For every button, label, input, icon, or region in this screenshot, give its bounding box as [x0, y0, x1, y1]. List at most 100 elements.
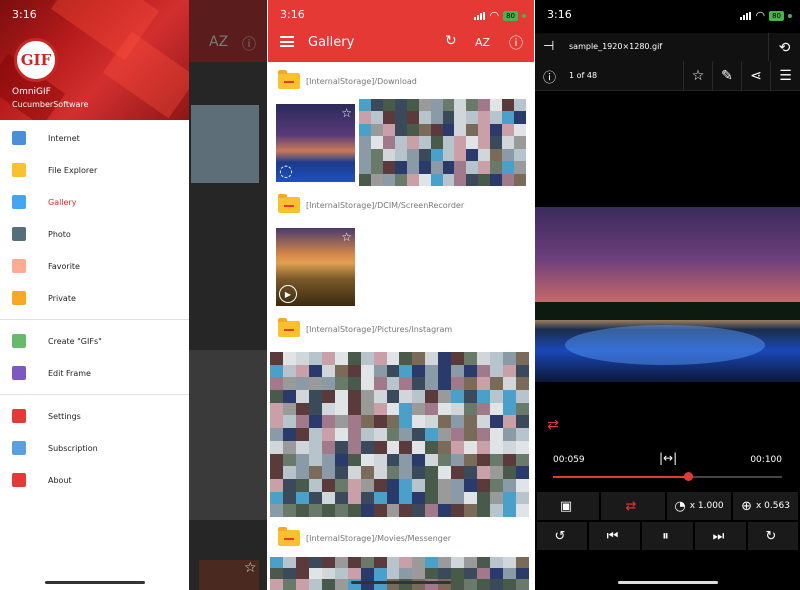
star-icon[interactable]: ☆	[341, 230, 352, 244]
navigation-drawer: GIF OmniGIF CucumberSoftware 3:16 Intern…	[0, 0, 189, 590]
status-time: 3:16	[12, 8, 37, 21]
drawer-screen: AZ ⓘ ☆ GIF OmniGIF CucumberSoftware 3:16…	[0, 0, 267, 590]
replay-button[interactable]: ↺	[537, 522, 587, 550]
menu-icon[interactable]	[280, 36, 294, 47]
lock-icon	[12, 291, 26, 305]
folder-header[interactable]: [InternalStorage]/Download	[278, 70, 417, 92]
direction-icon: ⇄	[625, 498, 637, 514]
drawer-item-label: Private	[48, 293, 76, 303]
drawer-item[interactable]: Gallery	[0, 186, 189, 218]
drawer-item-label: Subscription	[48, 443, 98, 453]
light-trail	[565, 325, 765, 365]
drawer-item[interactable]: About	[0, 464, 189, 496]
create-icon	[12, 334, 26, 348]
next-frame-button[interactable]: ⏭	[695, 522, 746, 550]
signal-icon	[474, 11, 486, 20]
wifi-icon: ◠	[489, 9, 500, 22]
star-icon[interactable]: ☆	[683, 61, 712, 91]
pause-button[interactable]: ⏸	[642, 522, 693, 550]
pin-icon[interactable]: ⊣	[543, 39, 554, 54]
folder-header[interactable]: [InternalStorage]/Pictures/Instagram	[278, 318, 452, 340]
drawer-item-label: Photo	[48, 229, 71, 239]
info-icon[interactable]: ⓘ	[543, 67, 556, 86]
file-name: sample_1920×1280.gif	[569, 42, 663, 51]
pencil-icon[interactable]: ✎	[712, 61, 741, 91]
folder-header[interactable]: [InternalStorage]/Movies/Messenger	[278, 527, 451, 549]
status-bar: 3:16 ◠ 80	[535, 0, 800, 30]
app-toolbar: 3:16 ◠ 80 Gallery ↻ AZ ⓘ	[268, 0, 534, 62]
viewer-title-bar: ⊣ sample_1920×1280.gif ⟲	[535, 33, 800, 63]
redo-button[interactable]: ↻	[748, 522, 798, 550]
drawer-item[interactable]: Favorite	[0, 250, 189, 282]
swap-icon[interactable]: ⇄	[543, 415, 563, 435]
wifi-icon: ◠	[755, 9, 766, 22]
drawer-item[interactable]: Edit Frame	[0, 357, 189, 389]
tag-icon	[12, 259, 26, 273]
refresh-icon[interactable]: ↻	[445, 33, 457, 49]
video-thumbnail[interactable]: ☆ ▶	[276, 228, 355, 306]
home-indicator	[617, 581, 718, 584]
info-icon: ⓘ	[242, 37, 256, 53]
underlying-thumbnail	[191, 105, 259, 183]
drawer-item[interactable]: Settings	[0, 400, 189, 432]
home-indicator	[44, 581, 145, 584]
app-name: OmniGIF	[12, 87, 51, 97]
zoom-icon: ⊕	[741, 498, 752, 514]
sort-az-icon[interactable]: AZ	[475, 36, 490, 49]
drawer-item-label: Favorite	[48, 261, 80, 271]
treeline	[535, 302, 800, 320]
status-time: 3:16	[280, 8, 305, 21]
seek-progress	[553, 476, 689, 478]
folder-header[interactable]: [InternalStorage]/DCIM/ScreenRecorder	[278, 194, 464, 216]
drawer-item-label: Create "GIFs"	[48, 336, 102, 346]
seek-bar[interactable]	[553, 472, 782, 481]
menu-divider	[0, 394, 189, 395]
star-icon[interactable]: ☆	[341, 106, 352, 120]
blurred-thumbnails[interactable]	[270, 352, 529, 517]
folder-icon	[278, 318, 300, 337]
replay-icon: ↺	[554, 528, 566, 544]
previous-frame-button[interactable]: ⏮	[589, 522, 640, 550]
folder-icon	[278, 527, 300, 546]
gif-preview[interactable]	[535, 207, 800, 382]
drawer-item[interactable]: File Explorer	[0, 154, 189, 186]
viewer-screen: 3:16 ◠ 80 ⊣ sample_1920×1280.gif ⟲ ⓘ 1 o…	[535, 0, 800, 590]
drawer-item-label: File Explorer	[48, 165, 98, 175]
drawer-item[interactable]: Internet	[0, 122, 189, 154]
time-end: 00:100	[750, 455, 782, 465]
drawer-item[interactable]: Subscription	[0, 432, 189, 464]
rotate-screen-icon[interactable]: ⟲	[768, 33, 800, 63]
adjust-icon[interactable]: ☰	[770, 61, 800, 91]
drawer-item-label: Internet	[48, 133, 80, 143]
info-icon[interactable]: ⓘ	[509, 33, 523, 53]
drawer-item[interactable]: Photo	[0, 218, 189, 250]
blurred-thumbnails[interactable]	[270, 557, 529, 590]
seek-handle[interactable]	[684, 472, 694, 481]
zoom-button[interactable]: ⊕ x 0.563	[733, 492, 798, 520]
drawer-item[interactable]: Create "GIFs"	[0, 325, 189, 357]
share-icon[interactable]: ⋖	[741, 61, 770, 91]
star-icon: ☆	[244, 560, 257, 576]
play-icon[interactable]: ▶	[279, 285, 297, 303]
drawer-item-label: Settings	[48, 411, 81, 421]
direction-button[interactable]: ⇄	[601, 492, 665, 520]
blurred-thumbnails[interactable]	[359, 99, 526, 186]
drawer-item[interactable]: Private	[0, 282, 189, 314]
range-icon[interactable]: |↔|	[659, 451, 677, 465]
drawer-item-label: About	[48, 475, 72, 485]
sort-az-icon: AZ	[209, 34, 229, 50]
drawer-item-label: Edit Frame	[48, 368, 91, 378]
speed-button[interactable]: ◔ x 1.000	[667, 492, 731, 520]
folder-icon	[12, 163, 26, 177]
app-logo: GIF	[14, 38, 58, 82]
gif-thumbnail[interactable]: ☆ ◌	[276, 104, 355, 182]
privacy-dot-icon	[788, 13, 792, 18]
home-indicator	[351, 581, 451, 584]
status-bar: 3:16	[0, 0, 189, 30]
battery-icon: 80	[769, 10, 784, 21]
camera-icon	[12, 227, 26, 241]
skip-previous-icon: ⏮	[606, 528, 619, 544]
underlying-thumbnail	[189, 350, 267, 520]
viewer-action-bar: ⓘ 1 of 48 ☆ ✎ ⋖ ☰	[535, 61, 800, 91]
projector-button[interactable]: ▣	[537, 492, 599, 520]
